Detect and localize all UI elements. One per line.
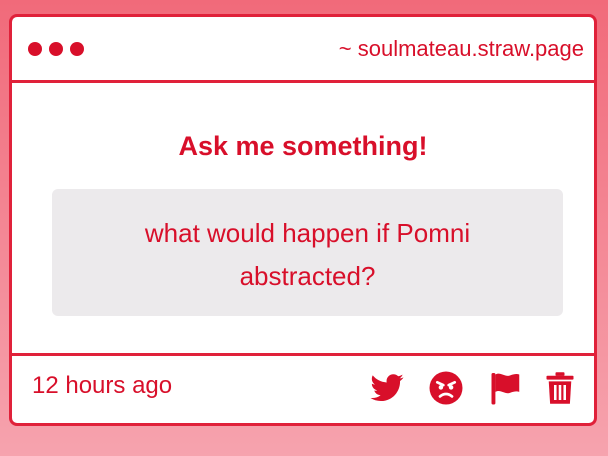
twitter-icon[interactable]: [369, 370, 405, 406]
trash-icon[interactable]: [542, 370, 578, 406]
flag-icon[interactable]: [487, 370, 523, 406]
question-text: what would happen if Pomni abstracted?: [52, 189, 563, 316]
page-url[interactable]: ~ soulmateau.straw.page: [339, 36, 584, 62]
timestamp: 12 hours ago: [32, 372, 173, 399]
card-footer: 12 hours ago: [12, 353, 594, 423]
angry-face-icon[interactable]: [428, 370, 464, 406]
window-dot: [28, 42, 42, 56]
window-dot: [70, 42, 84, 56]
window-controls: [28, 42, 84, 56]
window-dot: [49, 42, 63, 56]
question-card: ~ soulmateau.straw.page Ask me something…: [9, 14, 597, 426]
window-titlebar: ~ soulmateau.straw.page: [12, 17, 594, 83]
page-title: Ask me something!: [178, 131, 428, 161]
